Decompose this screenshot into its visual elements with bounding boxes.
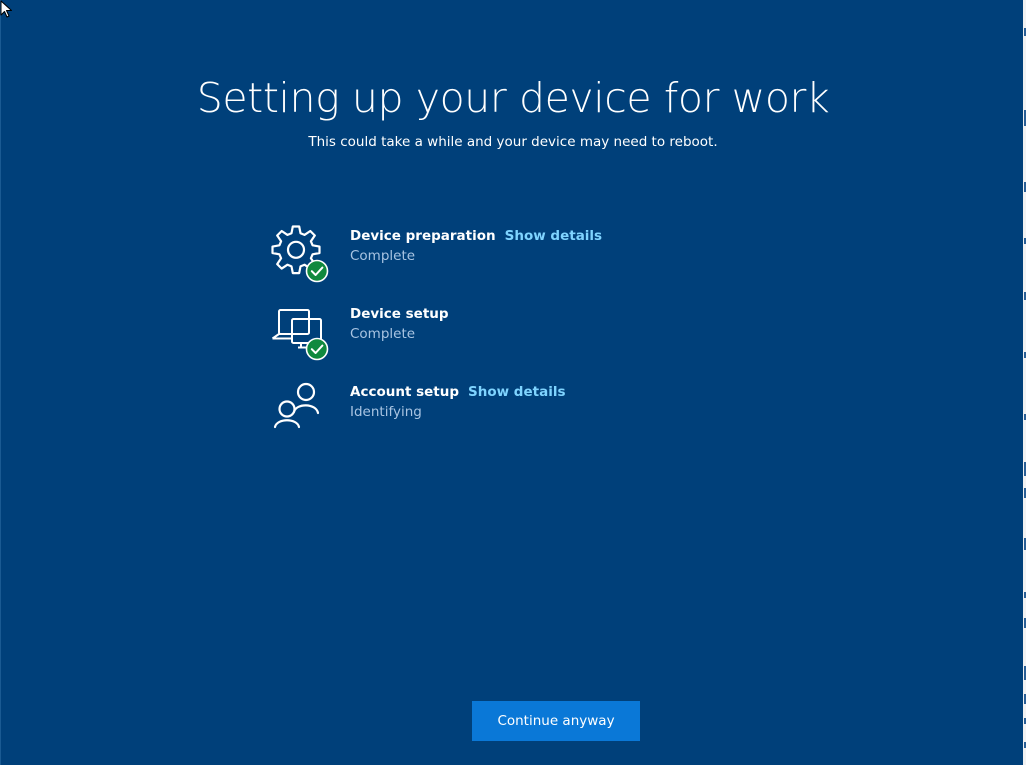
people-icon — [273, 382, 320, 429]
step-device-preparation: Device preparation Show details Complete — [270, 224, 790, 286]
step-status: Identifying — [350, 404, 422, 420]
step-name: Device setup — [350, 306, 449, 322]
gear-icon — [271, 225, 329, 283]
show-details-link[interactable]: Show details — [505, 228, 602, 244]
step-name: Device preparation — [350, 228, 496, 244]
show-details-link[interactable]: Show details — [468, 384, 565, 400]
check-badge-icon — [305, 337, 329, 361]
step-device-setup: Device setup Complete — [270, 302, 790, 364]
setup-screen: Setting up your device for work This cou… — [0, 0, 1026, 765]
devices-icon — [271, 309, 329, 361]
check-badge-icon — [305, 259, 329, 283]
step-name: Account setup — [350, 384, 460, 400]
step-status: Complete — [350, 326, 416, 342]
page-subtitle: This could take a while and your device … — [308, 134, 718, 150]
mouse-cursor-icon — [0, 0, 12, 18]
step-account-setup: Account setup Show details Identifying — [270, 380, 790, 442]
page-title: Setting up your device for work — [196, 74, 830, 122]
continue-anyway-button[interactable]: Continue anyway — [472, 701, 640, 741]
step-status: Complete — [350, 248, 416, 264]
